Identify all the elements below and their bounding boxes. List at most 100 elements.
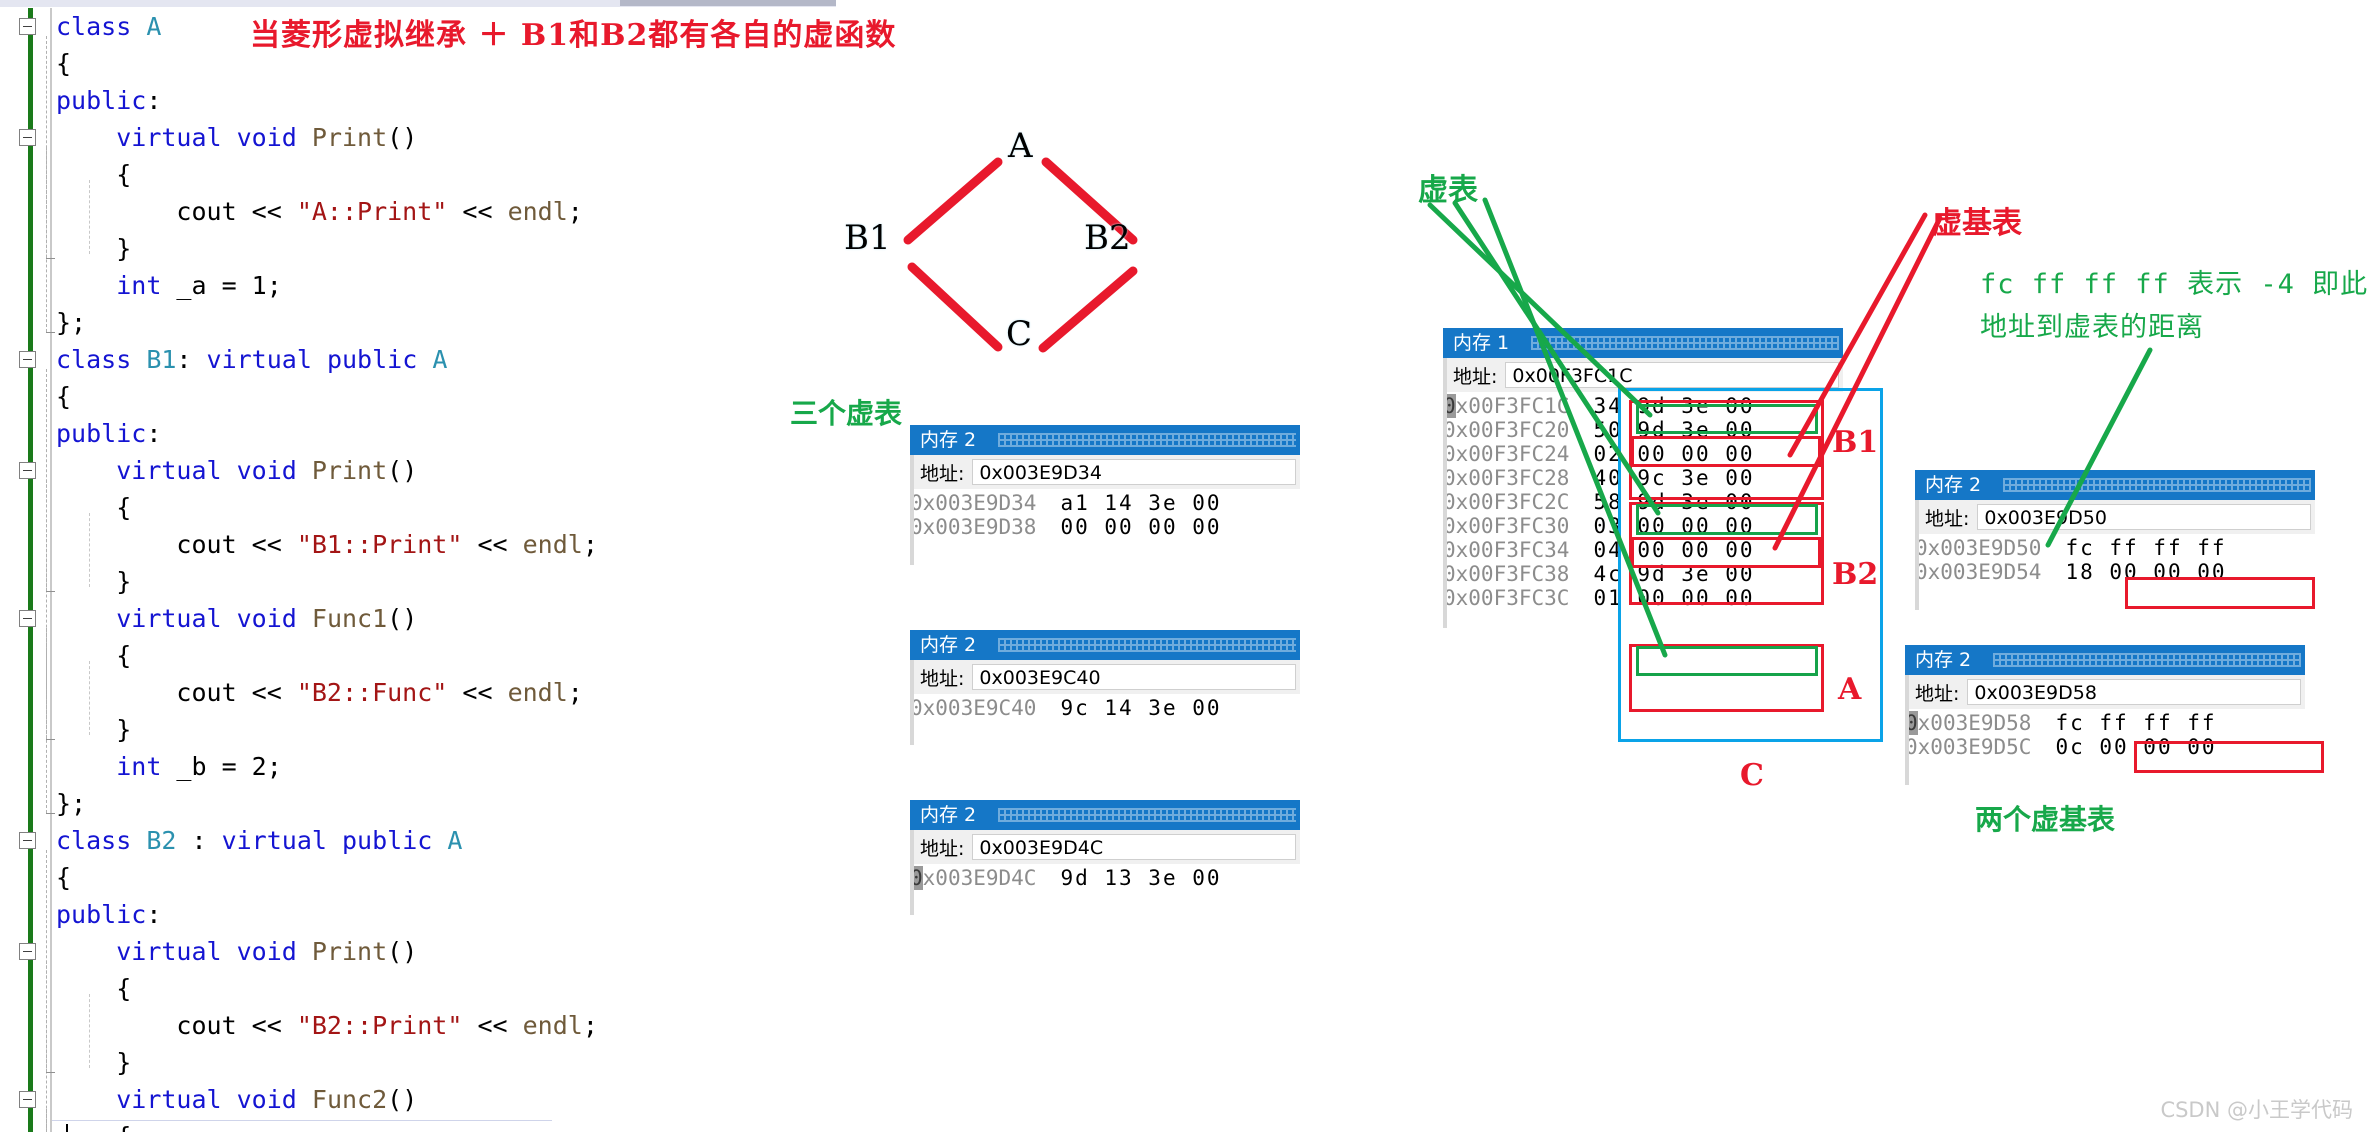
code-token: };: [56, 308, 87, 337]
label-three-vtables: 三个虚表: [790, 397, 903, 430]
code-token: virtual void: [116, 604, 312, 633]
address-bar[interactable]: 地址: 0x003E9C40: [910, 660, 1300, 694]
window-title-bar[interactable]: 内存 2: [910, 425, 1300, 455]
csdn-watermark: CSDN @小王学代码: [2160, 1098, 2353, 1122]
code-token: A: [447, 826, 463, 855]
address-bar[interactable]: 地址: 0x003E9D58: [1905, 675, 2305, 709]
address-bar[interactable]: 地址: 0x003E9D4C: [910, 830, 1300, 864]
title-drag-dots[interactable]: [2003, 478, 2311, 492]
code-line: }: [56, 711, 131, 748]
label-two-vbase-tables: 两个虚基表: [1975, 803, 2116, 836]
title-drag-dots[interactable]: [998, 808, 1296, 822]
address-label: 地址:: [1925, 507, 1970, 530]
memory-window-vtable-b2[interactable]: 内存 2 地址: 0x003E9C40 0x003E9C40 9c 14 3e 0…: [910, 630, 1300, 745]
window-title-bar[interactable]: 内存 1: [1443, 328, 1843, 358]
memory-row-bytes: fc ff ff ff: [2065, 536, 2227, 560]
code-token: {: [56, 160, 132, 189]
memory-row-address: 0x00F3FC38: [1443, 562, 1570, 586]
window-title-bar[interactable]: 内存 2: [1905, 645, 2305, 675]
window-left-rail: [1905, 675, 1909, 785]
title-note: 当菱形虚拟继承 ＋ B1和B2都有各自的虚函数: [250, 18, 897, 53]
note-green-line1: fc ff ff ff 表示 -4 即此: [1980, 269, 2367, 300]
address-input[interactable]: 0x003E9D58: [1967, 679, 2301, 705]
code-token: endl: [507, 678, 568, 707]
code-line: {: [56, 489, 131, 526]
fold-toggle-icon[interactable]: [19, 129, 36, 146]
code-token: (): [387, 937, 418, 966]
code-token: B1: [146, 345, 177, 374]
fold-toggle-icon[interactable]: [19, 18, 36, 35]
code-token: virtual public: [206, 345, 433, 374]
code-line: virtual void Print(): [56, 119, 417, 156]
memory-rows: 0x003E9D4C 9d 13 3e 00: [910, 864, 1300, 890]
code-token: public: [56, 86, 147, 115]
address-input[interactable]: 0x00F3FC1C: [1505, 362, 1839, 388]
fold-toggle-icon[interactable]: [19, 832, 36, 849]
code-token: Func1: [311, 604, 388, 633]
address-input[interactable]: 0x003E9D34: [972, 459, 1296, 485]
highlight-box-b1-vbptr: [1631, 436, 1821, 467]
diamond-edges: [903, 157, 1138, 353]
code-token: _b = 2;: [161, 752, 282, 781]
address-bar[interactable]: 地址: 0x003E9D34: [910, 455, 1300, 489]
address-input[interactable]: 0x003E9D4C: [972, 834, 1296, 860]
fold-toggle-icon[interactable]: [19, 351, 36, 368]
code-token: public: [56, 419, 147, 448]
fold-rail: [46, 628, 48, 739]
code-editor-pane[interactable]: class A{public: virtual void Print() { c…: [0, 0, 836, 1132]
fold-toggle-icon[interactable]: [19, 943, 36, 960]
code-token: cout <<: [56, 1011, 297, 1040]
memory-row-address: 0x00F3FC1C: [1443, 394, 1569, 418]
editor-top-scrollbar-thumb[interactable]: [620, 0, 836, 6]
address-input[interactable]: 0x003E9C40: [972, 664, 1296, 690]
fold-toggle-icon[interactable]: [19, 462, 36, 479]
address-label: 地址:: [920, 667, 965, 690]
memory-row-address-rest: x00F3FC1C: [1455, 394, 1570, 418]
address-bar[interactable]: 地址: 0x00F3FC1C: [1443, 358, 1843, 392]
fold-rail-end: [46, 258, 55, 259]
code-line: cout << "B2::Print" << endl;: [56, 1007, 598, 1044]
title-drag-dots[interactable]: [1993, 653, 2301, 667]
code-token: ;: [582, 1011, 598, 1040]
window-left-rail: [1915, 500, 1919, 610]
code-token: B2: [146, 826, 177, 855]
code-token: virtual void: [116, 123, 312, 152]
code-token: "A::Print": [296, 197, 448, 226]
code-token: Print: [311, 937, 388, 966]
label-vbase-table: 虚基表: [1932, 206, 2022, 241]
window-left-rail: [910, 660, 914, 745]
diamond-node-b1: B1: [844, 218, 891, 258]
memory-row: 0x003E9D58 fc ff ff ff: [1905, 711, 2305, 735]
code-token: "B2::Func": [296, 678, 448, 707]
title-drag-dots[interactable]: [998, 433, 1296, 447]
memory-row-bytes: 9d 13 3e 00: [1060, 866, 1222, 890]
address-input[interactable]: 0x003E9D50: [1977, 504, 2311, 530]
memory-window-vtable-b1[interactable]: 内存 2 地址: 0x003E9D34 0x003E9D34 a1 14 3e 0…: [910, 425, 1300, 565]
row-label-a: A: [1838, 672, 1862, 707]
code-token: cout <<: [56, 530, 297, 559]
window-title-bar[interactable]: 内存 2: [910, 630, 1300, 660]
code-token: cout <<: [56, 197, 297, 226]
code-token: endl: [507, 197, 568, 226]
fold-rail: [46, 147, 48, 258]
highlight-box-b2-vptr: [1636, 504, 1818, 535]
memory-row-address: 0x003E9D58: [1905, 711, 2031, 735]
memory-window-vtable-a[interactable]: 内存 2 地址: 0x003E9D4C 0x003E9D4C 9d 13 3e 0…: [910, 800, 1300, 915]
window-title-bar[interactable]: 内存 2: [1915, 470, 2315, 500]
code-token: Print: [311, 123, 388, 152]
code-token: {: [56, 493, 132, 522]
code-token: A: [146, 12, 162, 41]
code-line: };: [56, 304, 86, 341]
code-line: {: [56, 156, 131, 193]
fold-rail-end: [46, 591, 55, 592]
title-drag-dots[interactable]: [1531, 336, 1839, 350]
address-bar[interactable]: 地址: 0x003E9D50: [1915, 500, 2315, 534]
fold-toggle-icon[interactable]: [19, 610, 36, 627]
code-line: }: [56, 1044, 131, 1081]
fold-toggle-icon[interactable]: [19, 1091, 36, 1108]
code-token: class: [56, 12, 147, 41]
window-title-bar[interactable]: 内存 2: [910, 800, 1300, 830]
title-drag-dots[interactable]: [998, 638, 1296, 652]
highlight-box-vbase-b1-offset: [2125, 577, 2315, 609]
